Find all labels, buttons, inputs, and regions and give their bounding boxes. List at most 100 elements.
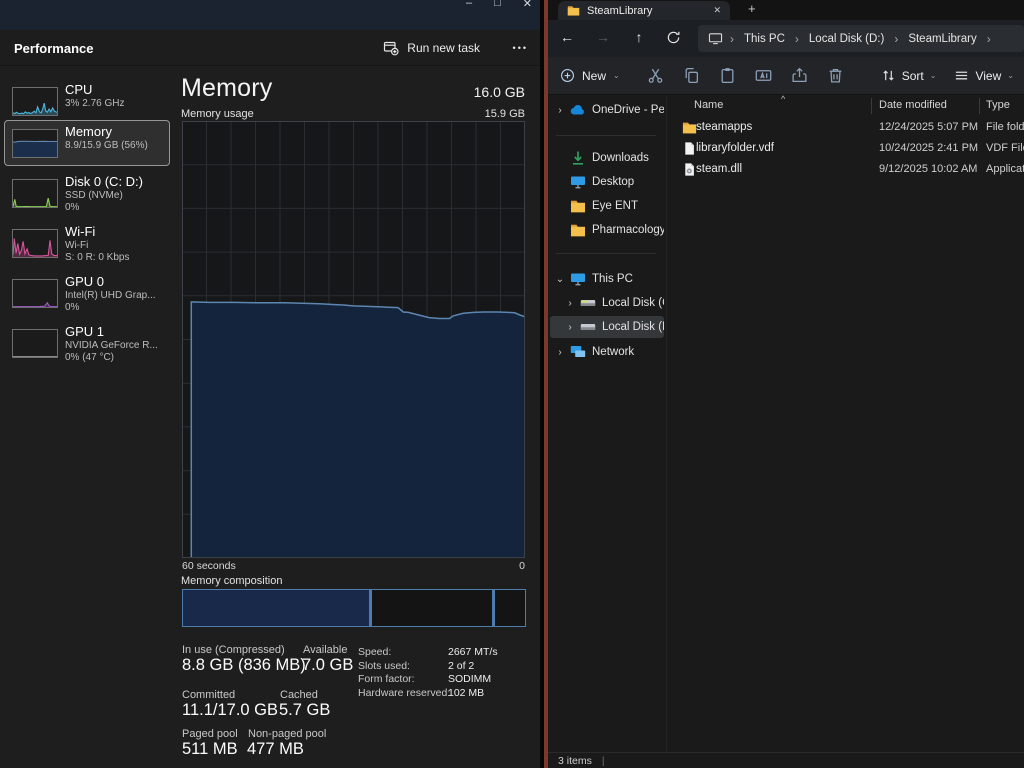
task-manager-more-button[interactable]: ••• xyxy=(513,43,528,53)
sidebar-item-label: GPU 0 xyxy=(65,274,156,290)
explorer-tab-bar: SteamLibrary ✕ + xyxy=(548,0,1024,20)
sidebar-item-gpu0[interactable]: GPU 0Intel(R) UHD Grap...0% xyxy=(4,270,170,316)
wifi-mini-graph xyxy=(12,229,58,258)
hardware-value: 102 MB xyxy=(448,687,484,699)
dll-icon xyxy=(682,162,697,177)
item-count: 3 items xyxy=(558,755,592,767)
file-row-steamapps[interactable]: steamapps12/24/2025 5:07 PMFile folder xyxy=(667,117,1024,138)
status-divider: | xyxy=(602,755,605,767)
forward-button[interactable]: → xyxy=(592,29,614,45)
breadcrumb-item-local-disk-d-[interactable]: Local Disk (D:) xyxy=(802,33,891,45)
paste-icon xyxy=(719,67,736,84)
file-explorer-window: SteamLibrary ✕ + ← → ↑ › This PC›Local D… xyxy=(548,0,1024,768)
memory-usage-label: Memory usage xyxy=(181,108,254,120)
sidebar-item-sub: 0% (47 °C) xyxy=(65,352,158,364)
file-row-steam-dll[interactable]: steam.dll9/12/2025 10:02 AMApplication xyxy=(667,159,1024,180)
delete-button[interactable] xyxy=(818,67,854,84)
sidebar-item-sub: 0% xyxy=(65,202,143,214)
close-button[interactable]: ✕ xyxy=(523,0,532,10)
share-button[interactable] xyxy=(782,67,818,84)
file-type: Application xyxy=(986,163,1024,175)
column-divider[interactable] xyxy=(871,98,872,114)
sidebar-item-cpu[interactable]: CPU3% 2.76 GHz xyxy=(4,78,170,124)
sidebar-group-divider xyxy=(556,135,656,136)
sort-label: Sort xyxy=(902,69,924,83)
minimize-button[interactable]: – xyxy=(466,0,472,10)
new-button-label: New xyxy=(582,69,606,83)
chevron-right-icon[interactable]: › xyxy=(564,322,576,333)
paste-button[interactable] xyxy=(710,67,746,84)
sidebar-item-eye-ent[interactable]: Eye ENT xyxy=(550,195,664,217)
sidebar-item-desktop[interactable]: Desktop xyxy=(550,171,664,193)
chevron-right-icon[interactable]: › xyxy=(564,298,576,309)
cut-button[interactable] xyxy=(638,67,674,84)
sidebar-item-memory[interactable]: Memory8.9/15.9 GB (56%) xyxy=(4,120,170,166)
sidebar-item-sub: Intel(R) UHD Grap... xyxy=(65,290,156,302)
view-button[interactable]: View ⌄ xyxy=(954,68,1014,83)
detail-value: 511 MB xyxy=(182,740,238,759)
maximize-button[interactable]: □ xyxy=(494,0,501,10)
refresh-button[interactable] xyxy=(662,29,684,45)
performance-header: Performance Run new task ••• xyxy=(0,30,540,66)
sidebar-item-label: Local Disk (D:) xyxy=(602,321,664,333)
view-icon xyxy=(954,68,969,83)
breadcrumb-item-this-pc[interactable]: This PC xyxy=(737,33,792,45)
new-tab-button[interactable]: + xyxy=(748,1,756,16)
sidebar-item-wifi[interactable]: Wi-FiWi-FiS: 0 R: 0 Kbps xyxy=(4,220,170,266)
memory-composition-bar[interactable] xyxy=(182,589,526,627)
sidebar-item-sub: NVIDIA GeForce R... xyxy=(65,340,158,352)
file-row-libraryfolder-vdf[interactable]: libraryfolder.vdf10/24/2025 2:41 PMVDF F… xyxy=(667,138,1024,159)
breadcrumb-item-steamlibrary[interactable]: SteamLibrary xyxy=(901,33,983,45)
sidebar-item-label: CPU xyxy=(65,82,124,98)
sidebar-item-local-disk-d-[interactable]: › Local Disk (D:) xyxy=(550,316,664,338)
file-date-modified: 10/24/2025 2:41 PM xyxy=(879,142,978,154)
sidebar-item-label: Desktop xyxy=(592,176,634,188)
desktop-icon xyxy=(570,174,586,190)
sidebar-item-pharmacology[interactable]: Pharmacology xyxy=(550,219,664,241)
detail-label: Available xyxy=(303,644,347,656)
task-manager-body: CPU3% 2.76 GHzMemory8.9/15.9 GB (56%)Dis… xyxy=(0,66,540,768)
address-bar[interactable]: › This PC›Local Disk (D:)›SteamLibrary› xyxy=(698,25,1024,52)
memory-usage-chart[interactable] xyxy=(182,121,525,558)
back-button[interactable]: ← xyxy=(556,29,578,45)
this-pc-icon xyxy=(708,32,723,45)
column-header-type[interactable]: Type xyxy=(986,99,1010,111)
sort-ascending-icon: ^ xyxy=(781,95,785,104)
sidebar-item-label: Disk 0 (C: D:) xyxy=(65,174,143,190)
hardware-label: Speed: xyxy=(358,646,391,658)
sidebar-item-downloads[interactable]: Downloads xyxy=(550,147,664,169)
detail-value: 5.7 GB xyxy=(279,701,330,720)
cpu-mini-graph xyxy=(12,87,58,116)
chevron-right-icon[interactable]: › xyxy=(554,105,566,116)
sidebar-item-label: This PC xyxy=(592,273,633,285)
up-button[interactable]: ↑ xyxy=(628,29,650,45)
run-new-task-button[interactable]: Run new task xyxy=(375,36,488,60)
composition-free xyxy=(495,590,525,626)
breadcrumb-separator: › xyxy=(792,32,802,46)
detail-label: Paged pool xyxy=(182,728,238,740)
chevron-down-icon[interactable]: ⌄ xyxy=(554,274,566,285)
tab-steamlibrary[interactable]: SteamLibrary ✕ xyxy=(558,1,730,20)
window-caption-buttons: – □ ✕ xyxy=(466,0,532,10)
task-manager-titlebar[interactable]: – □ ✕ xyxy=(0,0,540,30)
sort-button[interactable]: Sort ⌄ xyxy=(881,68,937,83)
rename-button[interactable] xyxy=(746,67,782,84)
chevron-right-icon[interactable]: › xyxy=(554,347,566,358)
column-header-date-modified[interactable]: Date modified xyxy=(879,99,947,111)
sort-icon xyxy=(881,68,896,83)
sidebar-item-text: GPU 0Intel(R) UHD Grap...0% xyxy=(65,274,156,313)
column-divider[interactable] xyxy=(979,98,980,114)
sidebar-item-gpu1[interactable]: GPU 1NVIDIA GeForce R...0% (47 °C) xyxy=(4,320,170,366)
tab-close-icon[interactable]: ✕ xyxy=(713,5,721,16)
new-button[interactable]: New ⌄ xyxy=(560,68,620,83)
copy-button[interactable] xyxy=(674,67,710,84)
sidebar-item-local-disk-c-[interactable]: ›Local Disk (C:) xyxy=(550,292,664,314)
column-header-name[interactable]: Name xyxy=(694,99,723,111)
sidebar-group-divider xyxy=(556,253,656,254)
sidebar-item-onedrive-persona[interactable]: ›OneDrive - Persona xyxy=(550,99,664,121)
sidebar-item-disk0[interactable]: Disk 0 (C: D:)SSD (NVMe)0% xyxy=(4,170,170,216)
page-title: Performance xyxy=(14,41,93,56)
memory-panel: Memory 16.0 GB Memory usage 15.9 GB 60 s… xyxy=(175,66,540,768)
sidebar-item-this-pc[interactable]: ⌄ This PC xyxy=(550,268,664,290)
sidebar-item-network[interactable]: ›Network xyxy=(550,341,664,363)
